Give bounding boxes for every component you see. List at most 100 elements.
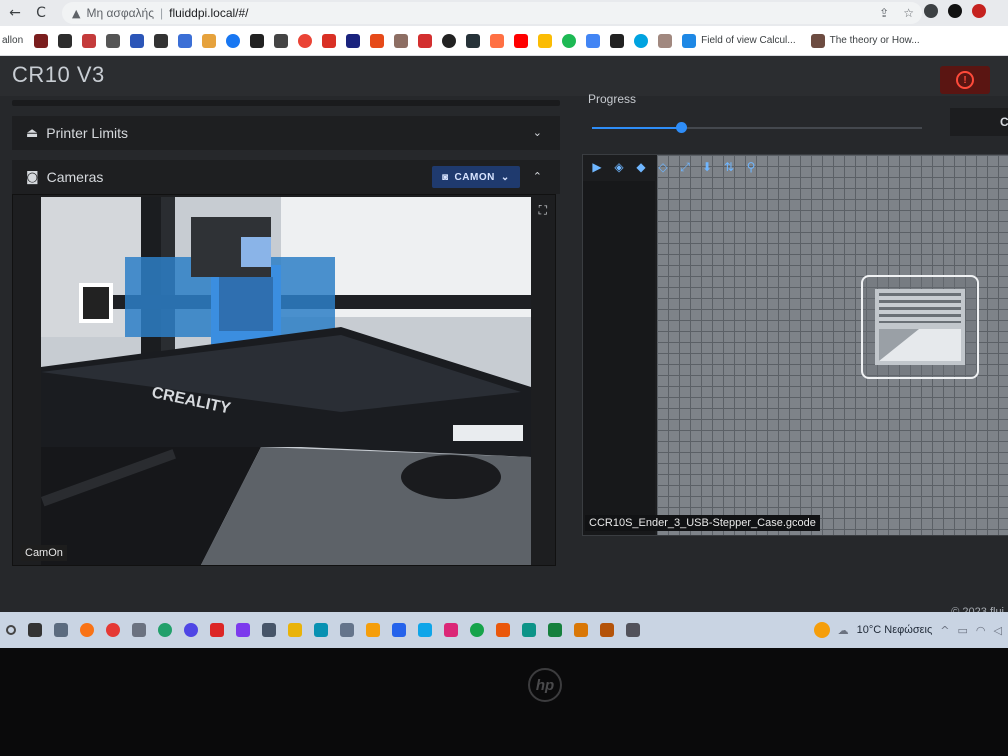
progress-slider[interactable]	[592, 122, 922, 133]
share-icon[interactable]: ⇪	[879, 6, 889, 20]
bookmark-icon[interactable]	[370, 33, 385, 48]
bookmark-icon[interactable]	[154, 33, 169, 48]
taskbar-app-icon[interactable]	[392, 623, 406, 637]
bookmark-icon[interactable]	[418, 33, 433, 48]
taskbar-app-icon[interactable]	[262, 623, 276, 637]
app-bar: CR10 V3 !	[0, 56, 1008, 96]
bookmark-icon[interactable]	[538, 33, 553, 48]
bookmark-icon[interactable]	[82, 33, 97, 48]
bookmark-icon[interactable]	[178, 33, 193, 48]
weather-text[interactable]: 10°C Νεφώσεις	[857, 624, 933, 636]
bookmark-icon[interactable]	[130, 33, 145, 48]
bookmark-icon[interactable]	[274, 33, 289, 48]
play-icon[interactable]: ▶	[589, 159, 605, 175]
right-action-button[interactable]: C	[950, 108, 1008, 136]
bookmark-field-of-view[interactable]: Field of view Calcul...	[701, 35, 795, 46]
bookmark-icon[interactable]	[442, 33, 457, 48]
taskbar-app-icon[interactable]	[574, 623, 588, 637]
address-bar[interactable]: ▲ Μη ασφαλής | fluiddpi.local/#/ ⇪ ☆	[62, 2, 922, 24]
windows-taskbar: ☁ 10°C Νεφώσεις ^ ▭ ◠ ◁	[0, 612, 1008, 648]
bookmark-icon[interactable]	[682, 33, 697, 48]
bookmark-icon[interactable]	[466, 33, 481, 48]
bookmark-icon[interactable]	[202, 33, 217, 48]
bookmark-icon[interactable]	[322, 33, 337, 48]
taskbar-app-icon[interactable]	[600, 623, 614, 637]
extension-icon[interactable]	[948, 4, 962, 18]
taskbar-app-icon[interactable]	[548, 623, 562, 637]
bookmark-icon[interactable]	[634, 33, 649, 48]
gcode-filename: CCR10S_Ender_3_USB-Stepper_Case.gcode	[585, 515, 820, 531]
extension-icon[interactable]	[924, 4, 938, 18]
bookmark-icon[interactable]	[810, 33, 825, 48]
bookmark-icon[interactable]	[586, 33, 601, 48]
model-preview[interactable]	[861, 275, 979, 379]
fullscreen-icon[interactable]: ⛶	[539, 203, 547, 218]
bookmark-theory[interactable]: The theory or How...	[830, 35, 920, 46]
bookmark-icon[interactable]	[226, 33, 241, 48]
bookmark-icon[interactable]	[34, 33, 49, 48]
taskbar-app-icon[interactable]	[54, 623, 68, 637]
taskbar-app-icon[interactable]	[106, 623, 120, 637]
bookmark-icon[interactable]	[490, 33, 505, 48]
bookmark-icon[interactable]	[298, 33, 313, 48]
progress-knob[interactable]	[676, 122, 688, 133]
chevron-up-icon[interactable]: ^	[940, 624, 949, 637]
layers-icon[interactable]: ◈	[611, 159, 627, 175]
chevron-up-icon[interactable]: ⌃	[533, 170, 542, 183]
security-label: Μη ασφαλής	[86, 6, 154, 20]
help-icon[interactable]	[813, 622, 830, 638]
bookmark-icon[interactable]	[658, 33, 673, 48]
taskbar-app-icon[interactable]	[340, 623, 354, 637]
chevron-down-icon[interactable]: ⌄	[533, 126, 542, 139]
bookmark-icon[interactable]	[394, 33, 409, 48]
taskbar-app-icon[interactable]	[418, 623, 432, 637]
taskbar-app-icon[interactable]	[80, 623, 94, 637]
camera-icon: ◙	[26, 169, 39, 185]
taskbar-app-icon[interactable]	[210, 623, 224, 637]
taskbar-app-icon[interactable]	[444, 623, 458, 637]
taskbar-app-icon[interactable]	[470, 623, 484, 637]
taskbar-app-icon[interactable]	[314, 623, 328, 637]
system-tray: ☁ 10°C Νεφώσεις ^ ▭ ◠ ◁	[813, 612, 1002, 648]
bookmark-icon[interactable]	[250, 33, 265, 48]
taskbar-app-icon[interactable]	[288, 623, 302, 637]
bookmark-icon[interactable]	[346, 33, 361, 48]
bookmark-icon[interactable]	[106, 33, 121, 48]
camera-select-button[interactable]: ◙ CAMON ⌄	[432, 166, 520, 188]
bookmark-star-icon[interactable]: ☆	[903, 6, 914, 20]
back-button[interactable]: ←	[4, 2, 26, 24]
taskbar-app-icon[interactable]	[236, 623, 250, 637]
bookmark-icon[interactable]	[562, 33, 577, 48]
volume-icon[interactable]: ◁	[994, 624, 1002, 637]
gcode-viewer[interactable]: ▶ ◈ ◆ ◇ ⤢ ⬇ ⇅ ⚲ CCR10S_Ender_3_USB-Stepp…	[582, 154, 1008, 536]
bookmark-icon[interactable]	[58, 33, 73, 48]
camera-small-icon: ◙	[442, 171, 449, 183]
layers-filled-icon[interactable]: ◆	[633, 159, 649, 175]
keyboard-icon[interactable]: ▭	[958, 624, 968, 637]
taskbar-app-icon[interactable]	[496, 623, 510, 637]
reload-button[interactable]: C	[30, 2, 52, 24]
cameras-title: Cameras	[46, 169, 104, 185]
taskbar-app-icon[interactable]	[626, 623, 640, 637]
download-icon[interactable]: ⬇	[699, 159, 715, 175]
taskbar-app-icon[interactable]	[184, 623, 198, 637]
printer-limits-panel-header[interactable]: ⏏ Printer Limits ⌄	[12, 116, 560, 150]
emergency-stop-button[interactable]: !	[940, 66, 990, 94]
extension-icon[interactable]	[972, 4, 986, 18]
bookmark-item[interactable]: allon	[2, 35, 23, 46]
taskbar-app-icon[interactable]	[366, 623, 380, 637]
taskbar-app-icon[interactable]	[522, 623, 536, 637]
hp-logo: hp	[528, 668, 562, 702]
search-icon[interactable]	[6, 625, 16, 635]
zoom-icon[interactable]: ⚲	[743, 159, 759, 175]
bookmark-icon[interactable]	[514, 33, 529, 48]
taskbar-app-icon[interactable]	[158, 623, 172, 637]
taskbar-app-icon[interactable]	[28, 623, 42, 637]
extensions-bar	[924, 4, 986, 18]
bookmark-icon[interactable]	[610, 33, 625, 48]
expand-icon[interactable]: ⤢	[677, 159, 693, 175]
layers-add-icon[interactable]: ◇	[655, 159, 671, 175]
taskbar-app-icon[interactable]	[132, 623, 146, 637]
wifi-icon[interactable]: ◠	[976, 624, 986, 637]
sort-icon[interactable]: ⇅	[721, 159, 737, 175]
